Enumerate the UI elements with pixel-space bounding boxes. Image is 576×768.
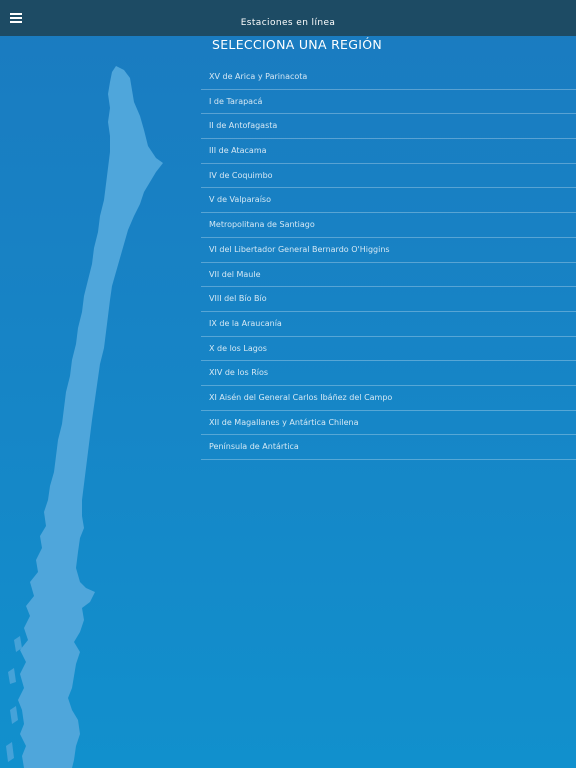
region-item[interactable]: IX de la Araucanía [201,312,576,337]
region-item[interactable]: X de los Lagos [201,337,576,362]
region-item[interactable]: XV de Arica y Parinacota [201,65,576,90]
chile-map-shape [18,66,163,768]
top-bar: Estaciones en línea [0,0,576,36]
region-item[interactable]: III de Atacama [201,139,576,164]
region-item[interactable]: XI Aisén del General Carlos Ibáñez del C… [201,386,576,411]
region-item[interactable]: V de Valparaíso [201,188,576,214]
region-item[interactable]: VI del Libertador General Bernardo O'Hig… [201,238,576,263]
region-item[interactable]: VII del Maule [201,263,576,288]
app-title: Estaciones en línea [240,18,336,28]
region-item[interactable]: II de Antofagasta [201,114,576,140]
region-item[interactable]: IV de Coquimbo [201,164,576,189]
region-item[interactable]: Metropolitana de Santiago [201,213,576,238]
region-item[interactable]: VIII del Bío Bío [201,287,576,312]
chile-map-icon [6,66,163,768]
region-item[interactable]: XIV de los Ríos [201,361,576,386]
region-item[interactable]: I de Tarapacá [201,90,576,115]
region-item[interactable]: Península de Antártica [201,435,576,460]
region-list: XV de Arica y Parinacota I de Tarapacá I… [201,65,576,460]
region-item[interactable]: XII de Magallanes y Antártica Chilena [201,411,576,436]
page-title: SELECCIONA UNA REGIÓN [212,37,383,52]
